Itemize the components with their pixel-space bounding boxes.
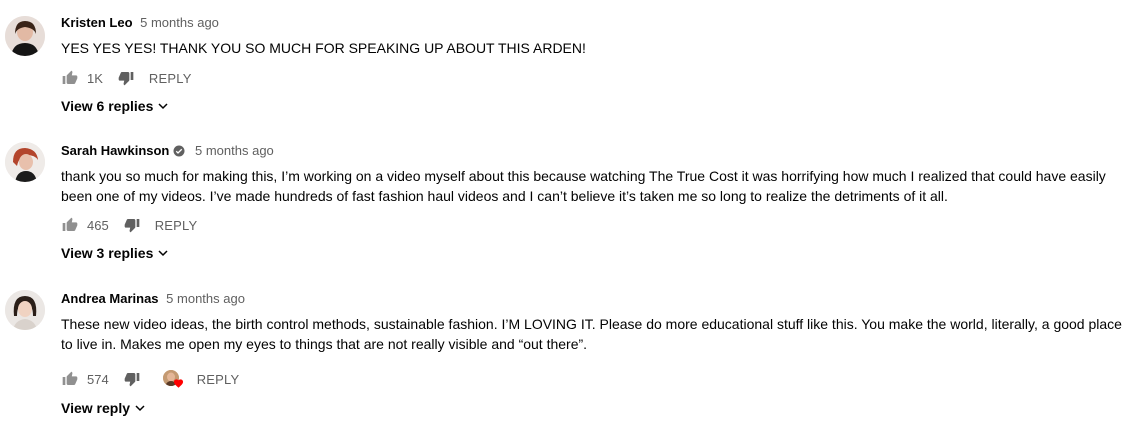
comment-body: Andrea Marinas 5 months ago These new vi…	[61, 290, 1128, 418]
thumbs-up-icon	[62, 217, 78, 231]
heart-icon	[173, 379, 183, 388]
reply-button[interactable]: REPLY	[197, 372, 240, 387]
comment-actions: 1K REPLY	[61, 66, 1128, 90]
author-name[interactable]: Kristen Leo	[61, 15, 133, 30]
author-name[interactable]: Andrea Marinas	[61, 291, 159, 306]
comment-text: These new video ideas, the birth control…	[61, 316, 1122, 352]
comment-body: Sarah Hawkinson 5 months ago thank you s…	[61, 142, 1128, 263]
comment-header: Andrea Marinas 5 months ago	[61, 290, 1128, 308]
comment-actions: 465 REPLY	[61, 213, 1128, 237]
thumbs-down-icon	[118, 72, 134, 86]
view-replies-label: View 3 replies	[61, 245, 154, 261]
view-replies-button[interactable]: View 6 replies	[61, 96, 169, 116]
like-button[interactable]	[61, 69, 79, 87]
view-replies-button[interactable]: View reply	[61, 398, 146, 418]
avatar[interactable]	[5, 290, 45, 330]
like-count: 574	[87, 371, 109, 387]
view-replies-label: View 6 replies	[61, 98, 154, 114]
view-replies-button[interactable]: View 3 replies	[61, 243, 169, 263]
thumbs-up-icon	[62, 70, 78, 84]
avatar[interactable]	[5, 16, 45, 56]
comment-text: thank you so much for making this, I’m w…	[61, 168, 1106, 204]
comment-time[interactable]: 5 months ago	[166, 291, 245, 306]
dislike-button[interactable]	[123, 216, 141, 234]
thumbs-down-icon	[124, 219, 140, 233]
comment-actions: 574 REPLY	[61, 367, 1128, 391]
comment-text: YES YES YES! THANK YOU SO MUCH FOR SPEAK…	[61, 40, 586, 56]
thumbs-up-icon	[62, 371, 78, 385]
dislike-button[interactable]	[123, 370, 141, 388]
chevron-down-icon	[135, 405, 145, 412]
chevron-down-icon	[158, 103, 168, 110]
comment-time[interactable]: 5 months ago	[140, 15, 219, 30]
creator-heart-badge	[162, 370, 183, 388]
like-button[interactable]	[61, 370, 79, 388]
like-button[interactable]	[61, 216, 79, 234]
avatar[interactable]	[5, 142, 45, 182]
like-count: 465	[87, 217, 109, 233]
author-wrap: Sarah Hawkinson	[61, 142, 185, 160]
like-count: 1K	[87, 70, 103, 86]
reply-button[interactable]: REPLY	[149, 71, 192, 86]
dislike-button[interactable]	[117, 69, 135, 87]
verified-check-icon	[173, 145, 185, 157]
chevron-down-icon	[158, 250, 168, 257]
view-replies-label: View reply	[61, 400, 131, 416]
thumbs-down-icon	[124, 373, 140, 387]
comment-header: Sarah Hawkinson 5 months ago	[61, 142, 1128, 160]
comment-body: Kristen Leo 5 months ago YES YES YES! TH…	[61, 14, 1128, 116]
comment-time[interactable]: 5 months ago	[195, 143, 274, 158]
author-name[interactable]: Sarah Hawkinson	[61, 142, 169, 160]
reply-button[interactable]: REPLY	[155, 218, 198, 233]
comment-header: Kristen Leo 5 months ago	[61, 14, 1128, 32]
